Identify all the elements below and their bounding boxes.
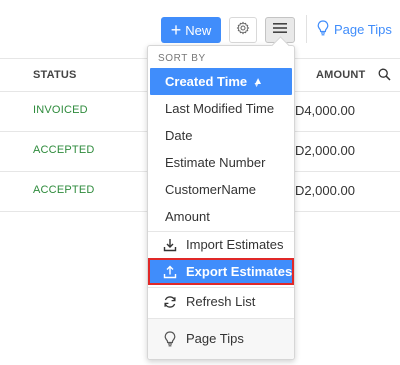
sort-option-date[interactable]: Date (148, 122, 294, 149)
sort-option-label: Last Modified Time (165, 101, 275, 116)
import-estimates-label: Import Estimates (186, 237, 284, 252)
status-badge: ACCEPTED (33, 184, 95, 196)
sort-option-label: Estimate Number (165, 155, 266, 170)
download-icon (163, 238, 177, 252)
upload-icon (163, 265, 177, 279)
amount-cell: ZD4,000.00 (287, 103, 355, 118)
refresh-list-label: Refresh List (186, 294, 256, 309)
amount-cell: ZD2,000.00 (287, 183, 355, 198)
amount-cell: ZD2,000.00 (287, 143, 355, 158)
import-estimates-item[interactable]: Import Estimates (148, 231, 294, 258)
toolbar-divider (306, 15, 307, 43)
more-options-dropdown: SORT BY Created Time ▲ ▼ Last Modified Ti… (147, 45, 295, 360)
sort-option-estimate-number[interactable]: Estimate Number (148, 149, 294, 176)
page-tips-link[interactable]: Page Tips (317, 20, 392, 39)
sort-option-last-modified-time[interactable]: Last Modified Time (148, 95, 294, 122)
sort-option-created-time[interactable]: Created Time ▲ ▼ (150, 68, 292, 95)
new-button-label: New (185, 22, 212, 38)
sort-option-label: Created Time (165, 74, 248, 89)
export-estimates-item[interactable]: Export Estimates (148, 258, 294, 285)
sort-direction-icon[interactable]: ▲ ▼ (253, 76, 263, 89)
gear-icon (236, 21, 250, 40)
sort-by-heading: SORT BY (158, 53, 206, 64)
sort-option-amount[interactable]: Amount (148, 203, 294, 230)
refresh-list-item[interactable]: Refresh List (148, 288, 294, 315)
page-tips-item[interactable]: Page Tips (148, 325, 294, 352)
page-tips-label: Page Tips (186, 331, 244, 346)
sort-option-label: Date (165, 128, 193, 143)
status-badge: ACCEPTED (33, 144, 95, 156)
column-header-amount[interactable]: AMOUNT (316, 69, 365, 81)
sort-option-label: Amount (165, 209, 210, 224)
search-icon[interactable] (378, 68, 391, 86)
sort-option-label: CustomerName (165, 182, 257, 197)
lightbulb-icon (163, 330, 177, 346)
menu-footer: Page Tips (148, 318, 294, 359)
export-estimates-label: Export Estimates (186, 264, 293, 279)
column-header-status[interactable]: STATUS (33, 69, 77, 81)
lightbulb-icon (317, 20, 329, 39)
status-badge: INVOICED (33, 104, 88, 116)
settings-button[interactable] (229, 17, 257, 43)
refresh-icon (163, 295, 177, 309)
sort-option-customer-name[interactable]: CustomerName (148, 176, 294, 203)
new-button[interactable]: + New (161, 17, 221, 43)
plus-icon: + (170, 20, 182, 40)
page-tips-label: Page Tips (334, 22, 392, 37)
